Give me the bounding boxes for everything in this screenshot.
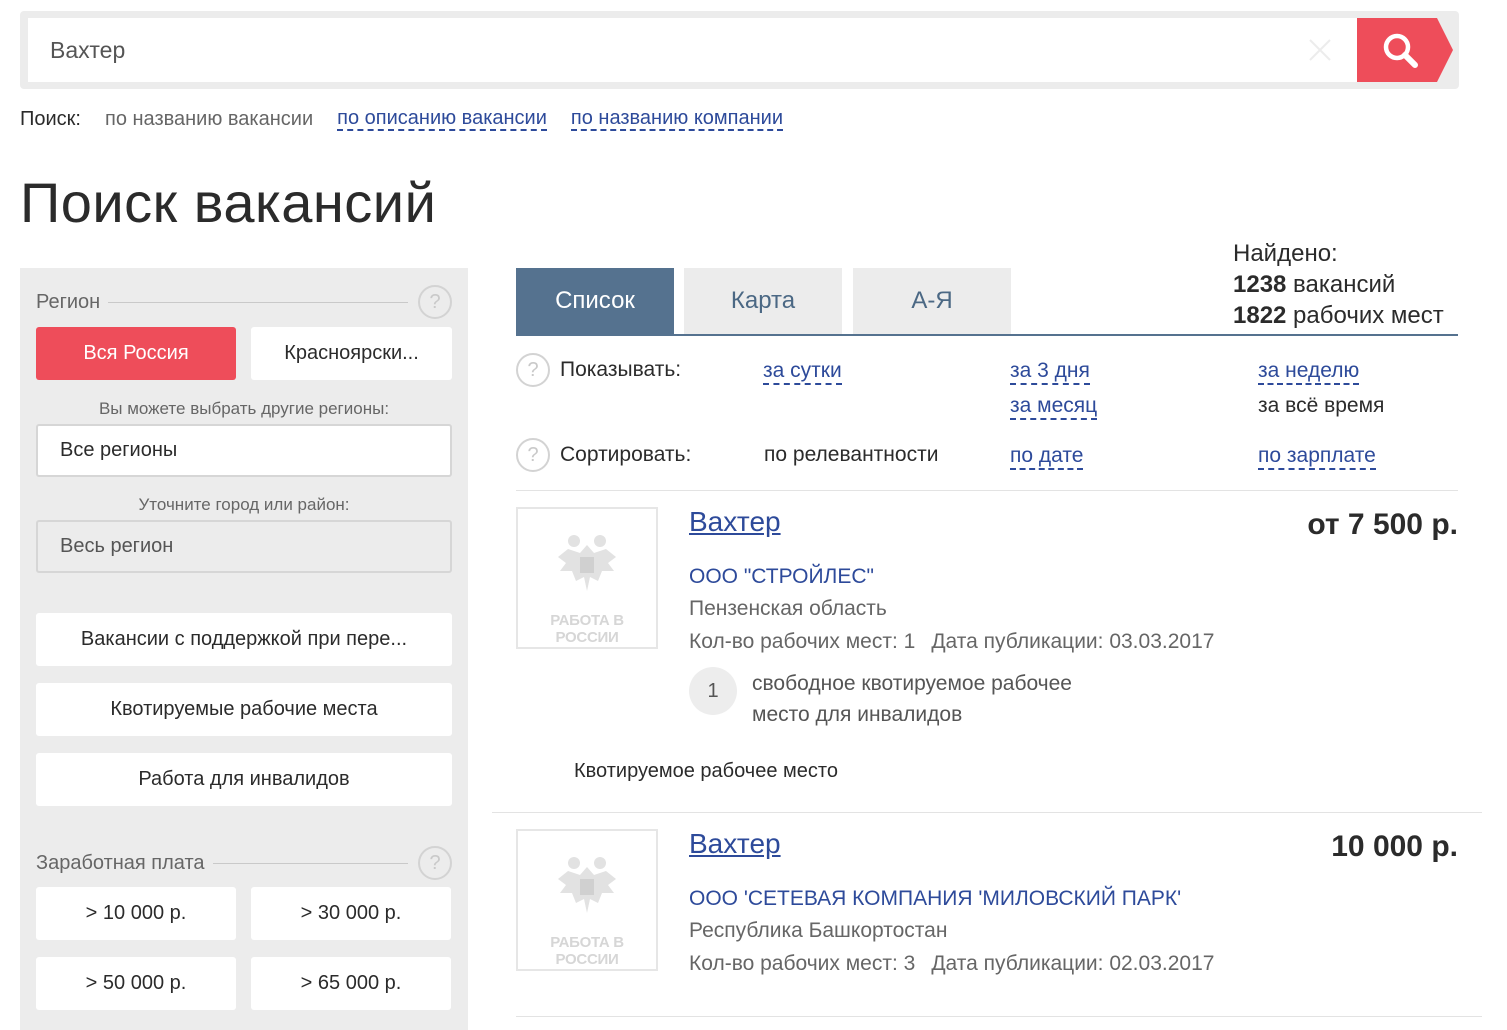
relocation-support-button[interactable]: Вакансии с поддержкой при пере... <box>36 613 452 666</box>
vacancy-title-link[interactable]: Вахтер <box>689 506 781 538</box>
search-mode-by-company[interactable]: по названию компании <box>570 107 784 131</box>
search-input[interactable] <box>28 18 1358 82</box>
region-title: Регион <box>36 290 101 313</box>
question-icon[interactable]: ? <box>418 846 452 880</box>
period-month-link[interactable]: за месяц <box>1010 394 1098 420</box>
found-places: 1822 рабочих мест <box>1233 302 1444 329</box>
salary-section-header: Заработная плата ? <box>36 845 452 881</box>
search-mode-label: Поиск: <box>20 107 81 130</box>
quota-count-badge: 1 <box>689 667 737 715</box>
tab-list[interactable]: Список <box>516 268 674 334</box>
question-icon[interactable]: ? <box>418 285 452 319</box>
divider <box>516 1016 1482 1017</box>
vacancy-region: Республика Башкортостан <box>689 919 948 942</box>
question-icon[interactable]: ? <box>516 438 550 472</box>
divider <box>492 812 1482 813</box>
tab-alphabet[interactable]: А-Я <box>853 268 1011 334</box>
city-caption: Уточните город или район: <box>138 495 350 514</box>
region-all-russia-button[interactable]: Вся Россия <box>36 327 236 380</box>
company-logo: РАБОТА В РОССИИ <box>516 507 658 649</box>
salary-10000-button[interactable]: > 10 000 р. <box>36 887 236 940</box>
divider <box>108 301 408 303</box>
sort-salary-link[interactable]: по зарплате <box>1258 444 1376 470</box>
results-count: Найдено: 1238 вакансий 1822 рабочих мест <box>1233 238 1444 331</box>
region-krasnoyarsk-button[interactable]: Красноярски... <box>251 327 452 380</box>
vacancy-places: Кол-во рабочих мест: 1 <box>689 630 916 653</box>
period-week-link[interactable]: за неделю <box>1258 359 1360 385</box>
sort-date-link[interactable]: по дате <box>1010 444 1084 470</box>
period-3days-link[interactable]: за 3 дня <box>1010 359 1090 385</box>
vacancy-places: Кол-во рабочих мест: 3 <box>689 952 916 975</box>
period-day-link[interactable]: за сутки <box>763 359 842 385</box>
vacancy-company-link[interactable]: ООО 'СЕТЕВАЯ КОМПАНИЯ 'МИЛОВСКИЙ ПАРК' <box>689 887 1181 911</box>
regions-select[interactable]: Все регионы <box>36 424 452 477</box>
question-icon[interactable]: ? <box>516 353 550 387</box>
vacancy-company-link[interactable]: ООО "СТРОЙЛЕС" <box>689 565 874 589</box>
logo-text: РАБОТА В РОССИИ <box>550 612 624 646</box>
vacancy-meta: Кол-во рабочих мест: 3 Дата публикации: 0… <box>689 952 1214 976</box>
show-period-label: Показывать: <box>560 358 682 381</box>
quota-note: Квотируемое рабочее место <box>574 760 838 782</box>
other-regions-caption: Вы можете выбрать другие регионы: <box>98 399 390 418</box>
vacancy-published: Дата публикации: 03.03.2017 <box>931 630 1215 653</box>
salary-30000-button[interactable]: > 30 000 р. <box>251 887 451 940</box>
tab-map[interactable]: Карта <box>684 268 842 334</box>
salary-65000-button[interactable]: > 65 000 р. <box>251 957 451 1010</box>
search-mode-row: Поиск: по названию вакансии по описанию … <box>20 104 807 134</box>
vacancy-salary: 10 000 р. <box>1331 830 1458 863</box>
search-button[interactable] <box>1357 18 1453 82</box>
logo-text: РАБОТА В РОССИИ <box>550 934 624 968</box>
divider <box>516 490 1458 491</box>
city-select[interactable]: Весь регион <box>36 520 452 573</box>
page-title: Поиск вакансий <box>20 171 437 234</box>
divider <box>212 862 408 864</box>
vacancy-region: Пензенская область <box>689 597 887 620</box>
filter-sidebar: Регион ? Вся Россия Красноярски... Вы мо… <box>20 268 468 1030</box>
search-bar <box>20 11 1459 89</box>
vacancy-meta: Кол-во рабочих мест: 1 Дата публикации: 0… <box>689 630 1214 654</box>
period-all-time: за всё время <box>1258 394 1385 417</box>
close-icon[interactable] <box>1305 35 1335 65</box>
region-section-header: Регион ? <box>36 284 452 320</box>
coat-of-arms-icon <box>558 535 616 591</box>
found-label: Найдено: <box>1233 240 1338 267</box>
quota-description: свободное квотируемое рабочее место для … <box>752 672 1072 726</box>
vacancy-salary: от 7 500 р. <box>1307 508 1458 541</box>
vacancy-title-link[interactable]: Вахтер <box>689 828 781 860</box>
quota-jobs-button[interactable]: Квотируемые рабочие места <box>36 683 452 736</box>
tab-underline <box>516 334 1458 336</box>
search-mode-by-description[interactable]: по описанию вакансии <box>337 107 547 131</box>
disabled-jobs-button[interactable]: Работа для инвалидов <box>36 753 452 806</box>
search-mode-by-title: по названию вакансии <box>104 107 314 130</box>
sort-relevance: по релевантности <box>764 443 939 466</box>
salary-50000-button[interactable]: > 50 000 р. <box>36 957 236 1010</box>
company-logo: РАБОТА В РОССИИ <box>516 829 658 971</box>
found-vacancies: 1238 вакансий <box>1233 271 1396 298</box>
sort-label: Сортировать: <box>560 443 692 466</box>
coat-of-arms-icon <box>558 857 616 913</box>
salary-title: Заработная плата <box>36 851 205 874</box>
vacancy-published: Дата публикации: 02.03.2017 <box>931 952 1215 975</box>
